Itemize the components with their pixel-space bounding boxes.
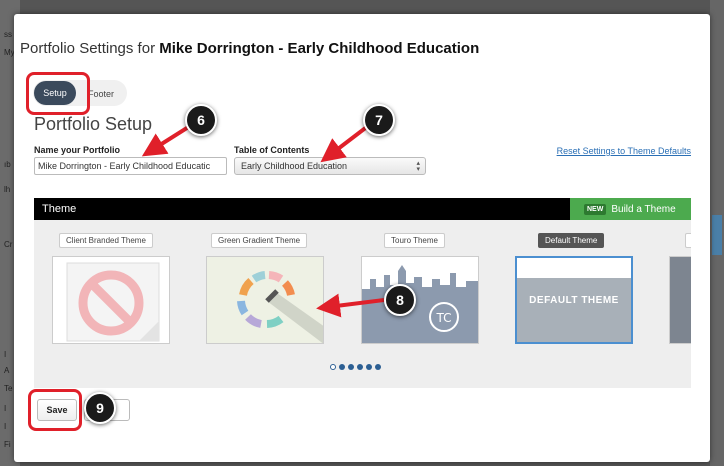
- pager-dot[interactable]: [366, 364, 372, 370]
- toc-selected-value: Early Childhood Education: [241, 161, 348, 171]
- theme-label-default[interactable]: Default Theme: [538, 233, 605, 248]
- svg-text:TC: TC: [435, 311, 451, 325]
- theme-header-label: Theme: [42, 203, 77, 215]
- section-title: Portfolio Setup: [34, 114, 153, 134]
- annotation-highlight-save: [28, 389, 82, 431]
- annotation-badge-9: 9: [84, 392, 116, 424]
- theme-thumb-partial[interactable]: [669, 256, 691, 344]
- select-arrows-icon: ▴ ▾: [416, 160, 420, 173]
- theme-thumb-default[interactable]: DEFAULT THEME: [515, 256, 633, 344]
- portfolio-name-input[interactable]: Mike Dorrington - Early Childhood Educat…: [34, 157, 227, 175]
- modal-title: Portfolio Settings for Mike Dorrington -…: [20, 40, 480, 57]
- pager-dot[interactable]: [348, 364, 354, 370]
- toc-label: Table of Contents: [234, 145, 310, 155]
- pager-dot[interactable]: [357, 364, 363, 370]
- pager-dot[interactable]: [375, 364, 381, 370]
- pager-dot[interactable]: [330, 364, 336, 370]
- theme-label-partial[interactable]: [685, 233, 691, 248]
- new-badge: NEW: [584, 203, 607, 215]
- build-theme-button[interactable]: NEW Build a Theme: [570, 198, 691, 220]
- carousel-pager: [330, 364, 381, 370]
- annotation-highlight-setup: [26, 72, 90, 115]
- theme-label-client-branded[interactable]: Client Branded Theme: [59, 233, 153, 248]
- palette-icon: [237, 271, 323, 343]
- reset-settings-link[interactable]: Reset Settings to Theme Defaults: [557, 146, 691, 156]
- build-theme-label: Build a Theme: [611, 203, 676, 215]
- skyline-logo-icon: TC: [362, 265, 478, 343]
- theme-label-touro[interactable]: Touro Theme: [384, 233, 445, 248]
- portfolio-name: Mike Dorrington - Early Childhood Educat…: [159, 40, 480, 57]
- theme-label-green-gradient[interactable]: Green Gradient Theme: [211, 233, 308, 248]
- annotation-badge-8: 8: [384, 284, 416, 316]
- annotation-badge-6: 6: [185, 104, 217, 136]
- theme-thumb-touro[interactable]: TC: [361, 256, 479, 344]
- theme-thumb-client-branded[interactable]: [52, 256, 170, 344]
- toc-select[interactable]: Early Childhood Education ▴ ▾: [234, 157, 426, 175]
- no-sign-icon: [66, 262, 160, 342]
- background-page-right: [710, 0, 724, 466]
- annotation-badge-7: 7: [363, 104, 395, 136]
- pager-dot[interactable]: [339, 364, 345, 370]
- default-theme-thumb-text: DEFAULT THEME: [529, 295, 619, 306]
- name-label: Name your Portfolio: [34, 145, 121, 155]
- theme-carousel: Client Branded Theme Green Gradient Them…: [34, 220, 691, 388]
- theme-header-bar: Theme NEW Build a Theme: [34, 198, 691, 220]
- theme-thumb-green-gradient[interactable]: [206, 256, 324, 344]
